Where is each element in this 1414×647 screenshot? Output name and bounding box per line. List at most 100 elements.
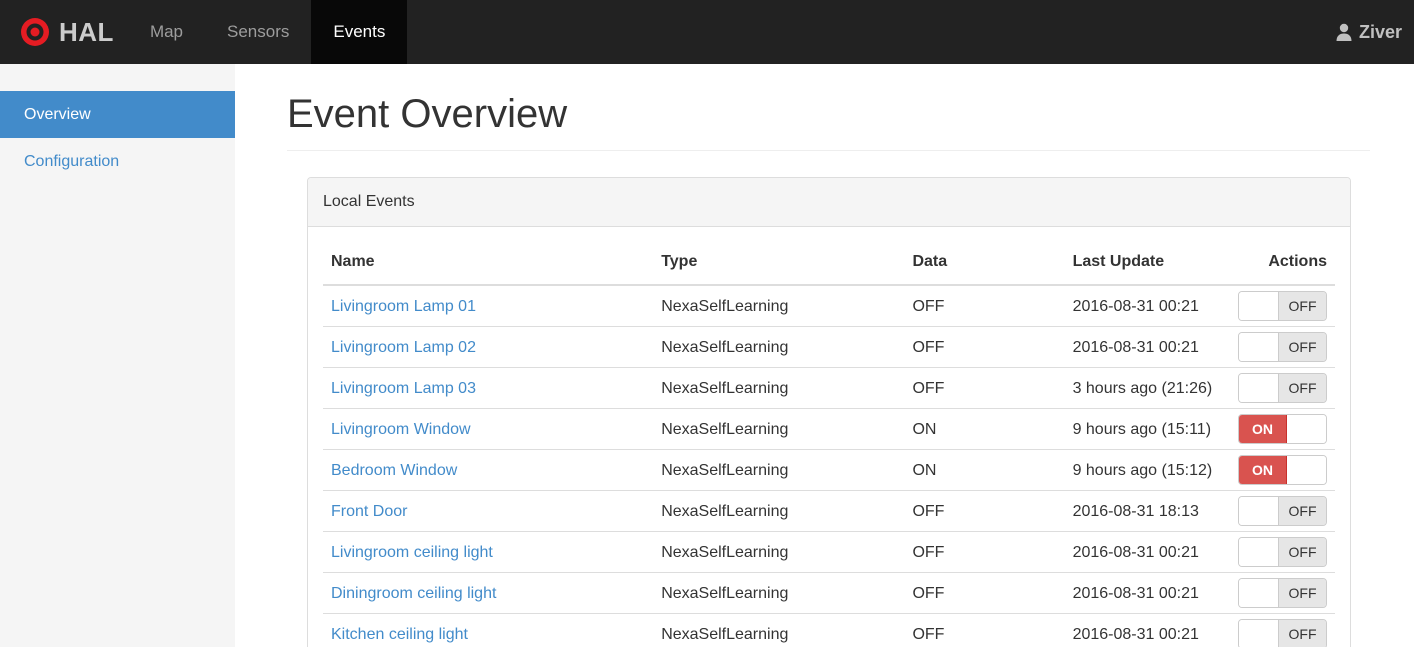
sidebar-item-overview[interactable]: Overview xyxy=(0,91,235,138)
event-toggle-switch[interactable]: ON xyxy=(1238,455,1327,485)
event-actions-cell: ON xyxy=(1229,449,1335,491)
event-data: OFF xyxy=(904,367,1065,409)
event-toggle-switch[interactable]: OFF xyxy=(1238,537,1327,567)
user-menu[interactable]: Ziver xyxy=(1334,0,1414,64)
col-header-last-update: Last Update xyxy=(1064,242,1230,286)
table-row: Livingroom Lamp 03 NexaSelfLearning OFF … xyxy=(323,367,1335,409)
table-row: Front Door NexaSelfLearning OFF 2016-08-… xyxy=(323,490,1335,532)
event-type: NexaSelfLearning xyxy=(653,408,905,450)
event-data: OFF xyxy=(904,531,1065,573)
event-name-cell: Front Door xyxy=(323,490,654,532)
event-data: OFF xyxy=(904,613,1065,647)
event-name-link[interactable]: Livingroom Lamp 03 xyxy=(331,380,476,397)
event-actions-cell: OFF xyxy=(1229,531,1335,573)
switch-state-label: OFF xyxy=(1278,333,1326,361)
app-window: HAL Map Sensors Events Ziver Overview Co… xyxy=(0,0,1414,647)
switch-knob xyxy=(1239,292,1278,320)
username-label: Ziver xyxy=(1358,21,1402,42)
nav-item-sensors[interactable]: Sensors xyxy=(205,0,311,64)
event-toggle-switch[interactable]: OFF xyxy=(1238,373,1327,403)
nav-item-map[interactable]: Map xyxy=(128,0,205,64)
col-header-type: Type xyxy=(653,242,905,286)
table-row: Bedroom Window NexaSelfLearning ON 9 hou… xyxy=(323,449,1335,491)
table-row: Kitchen ceiling light NexaSelfLearning O… xyxy=(323,613,1335,647)
content-area: Overview Configuration Event Overview Lo… xyxy=(0,64,1414,647)
switch-state-label: OFF xyxy=(1278,497,1326,525)
panel-heading: Local Events xyxy=(308,178,1350,227)
local-events-panel: Local Events Name Type Data Last Update … xyxy=(307,177,1351,647)
switch-knob xyxy=(1239,333,1278,361)
switch-knob xyxy=(1239,579,1278,607)
switch-knob xyxy=(1239,374,1278,402)
event-type: NexaSelfLearning xyxy=(653,490,905,532)
event-last-update: 2016-08-31 00:21 xyxy=(1064,531,1230,573)
panel-body: Name Type Data Last Update Actions Livin… xyxy=(308,227,1350,647)
event-name-link[interactable]: Diningroom ceiling light xyxy=(331,585,496,602)
switch-knob xyxy=(1239,538,1278,566)
event-name-link[interactable]: Bedroom Window xyxy=(331,462,457,479)
table-row: Livingroom Lamp 02 NexaSelfLearning OFF … xyxy=(323,326,1335,368)
event-actions-cell: OFF xyxy=(1229,284,1335,327)
event-last-update: 9 hours ago (15:12) xyxy=(1064,449,1230,491)
switch-state-label: OFF xyxy=(1278,579,1326,607)
event-type: NexaSelfLearning xyxy=(653,531,905,573)
table-row: Livingroom ceiling light NexaSelfLearnin… xyxy=(323,531,1335,573)
switch-state-label: OFF xyxy=(1278,374,1326,402)
event-name-cell: Livingroom ceiling light xyxy=(323,531,654,573)
event-toggle-switch[interactable]: OFF xyxy=(1238,496,1327,526)
switch-knob xyxy=(1287,415,1326,443)
event-data: OFF xyxy=(904,284,1065,327)
event-data: OFF xyxy=(904,572,1065,614)
table-header-row: Name Type Data Last Update Actions xyxy=(323,242,1335,286)
main-nav: Map Sensors Events xyxy=(128,0,408,64)
event-name-link[interactable]: Livingroom ceiling light xyxy=(331,544,493,561)
brand-label: HAL xyxy=(59,16,114,47)
sidebar-item-configuration[interactable]: Configuration xyxy=(0,138,235,185)
event-actions-cell: OFF xyxy=(1229,326,1335,368)
event-data: OFF xyxy=(904,326,1065,368)
event-actions-cell: OFF xyxy=(1229,490,1335,532)
event-name-link[interactable]: Kitchen ceiling light xyxy=(331,626,468,643)
hal-logo-target-icon xyxy=(20,17,50,47)
event-name-cell: Kitchen ceiling light xyxy=(323,613,654,647)
event-type: NexaSelfLearning xyxy=(653,572,905,614)
table-row: Diningroom ceiling light NexaSelfLearnin… xyxy=(323,572,1335,614)
event-toggle-switch[interactable]: OFF xyxy=(1238,291,1327,321)
main-content: Event Overview Local Events Name Type Da… xyxy=(235,64,1414,647)
event-name-cell: Livingroom Lamp 03 xyxy=(323,367,654,409)
event-toggle-switch[interactable]: OFF xyxy=(1238,332,1327,362)
event-name-cell: Livingroom Lamp 01 xyxy=(323,284,654,327)
event-data: ON xyxy=(904,408,1065,450)
event-name-cell: Livingroom Window xyxy=(323,408,654,450)
event-toggle-switch[interactable]: ON xyxy=(1238,414,1327,444)
nav-item-events[interactable]: Events xyxy=(311,0,408,64)
event-last-update: 9 hours ago (15:11) xyxy=(1064,408,1230,450)
event-name-link[interactable]: Livingroom Lamp 02 xyxy=(331,339,476,356)
switch-knob xyxy=(1239,497,1278,525)
event-name-link[interactable]: Livingroom Lamp 01 xyxy=(331,298,476,315)
event-last-update: 3 hours ago (21:26) xyxy=(1064,367,1230,409)
event-last-update: 2016-08-31 00:21 xyxy=(1064,284,1230,327)
event-name-link[interactable]: Front Door xyxy=(331,503,407,520)
event-type: NexaSelfLearning xyxy=(653,284,905,327)
event-type: NexaSelfLearning xyxy=(653,613,905,647)
event-toggle-switch[interactable]: OFF xyxy=(1238,619,1327,647)
event-type: NexaSelfLearning xyxy=(653,367,905,409)
event-name-cell: Diningroom ceiling light xyxy=(323,572,654,614)
event-name-link[interactable]: Livingroom Window xyxy=(331,421,471,438)
event-actions-cell: ON xyxy=(1229,408,1335,450)
event-data: OFF xyxy=(904,490,1065,532)
event-toggle-switch[interactable]: OFF xyxy=(1238,578,1327,608)
event-actions-cell: OFF xyxy=(1229,572,1335,614)
events-table: Name Type Data Last Update Actions Livin… xyxy=(323,242,1335,647)
event-type: NexaSelfLearning xyxy=(653,326,905,368)
switch-knob xyxy=(1239,620,1278,647)
switch-state-label: ON xyxy=(1239,456,1287,484)
page-header: Event Overview xyxy=(287,90,1370,151)
brand-link[interactable]: HAL xyxy=(0,0,128,64)
event-name-cell: Bedroom Window xyxy=(323,449,654,491)
table-row: Livingroom Window NexaSelfLearning ON 9 … xyxy=(323,408,1335,450)
event-last-update: 2016-08-31 00:21 xyxy=(1064,326,1230,368)
col-header-name: Name xyxy=(323,242,654,286)
event-type: NexaSelfLearning xyxy=(653,449,905,491)
